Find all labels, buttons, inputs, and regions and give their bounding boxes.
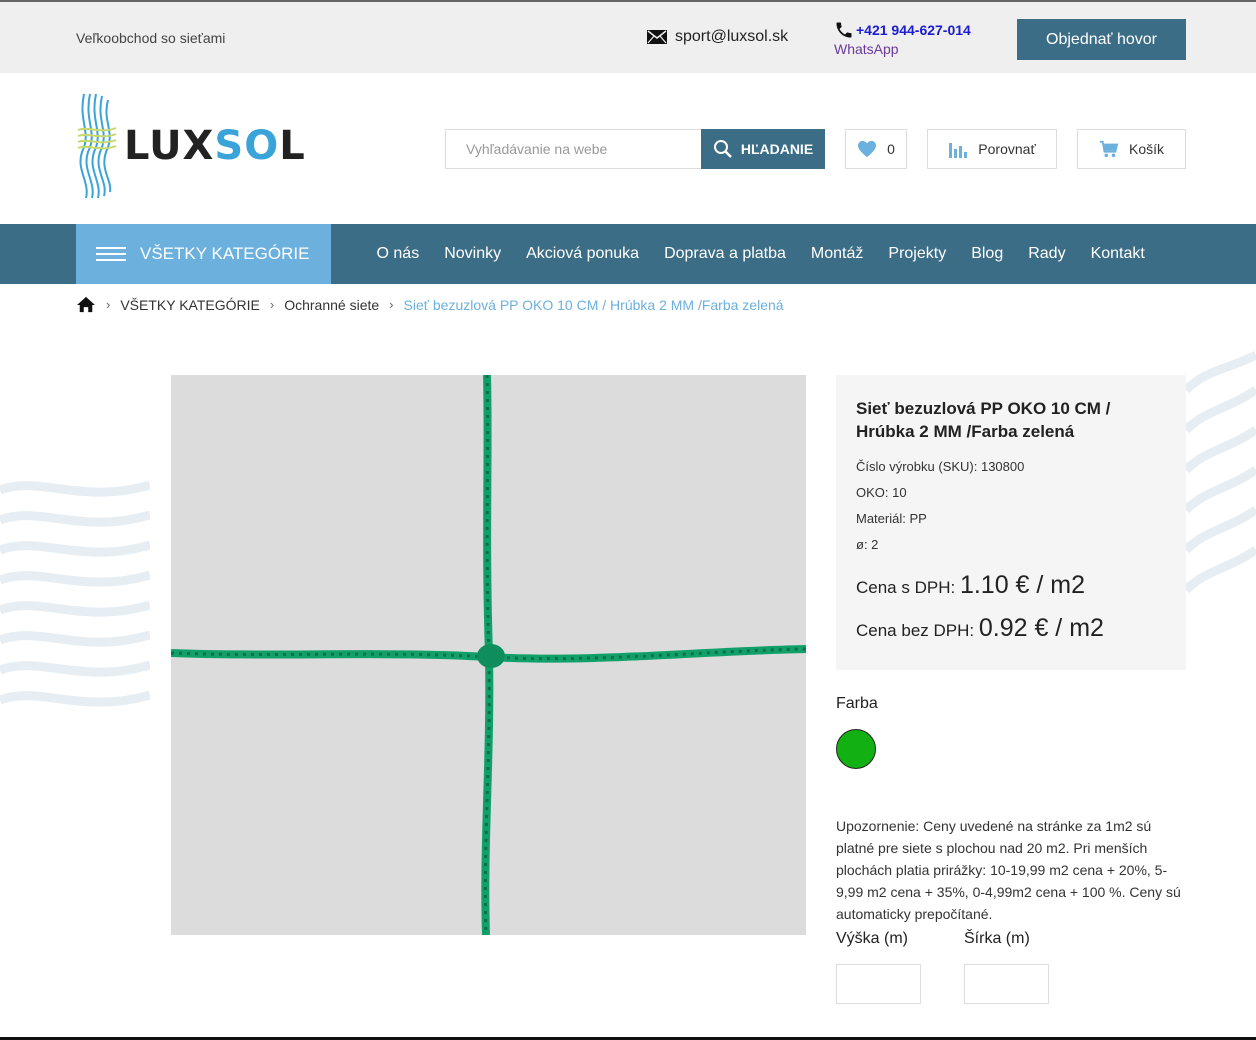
logo-text: LUXSOL [124, 123, 306, 169]
decorative-wave-right [1186, 350, 1256, 594]
logo[interactable]: LUXSOL [76, 92, 306, 200]
bar-chart-icon [949, 143, 968, 158]
width-input[interactable] [964, 964, 1049, 1004]
nav-item-akciova-ponuka[interactable]: Akciová ponuka [514, 245, 652, 263]
price-with-vat-value: 1.10 € / m2 [959, 571, 1086, 599]
nav-item-blog[interactable]: Blog [959, 245, 1016, 263]
wishlist-count: 0 [887, 141, 895, 157]
chevron-right-icon: › [106, 297, 111, 312]
all-categories-label: VŠETKY KATEGÓRIE [140, 244, 310, 263]
cart-label: Košík [1128, 141, 1164, 157]
wishlist-button[interactable]: 0 [845, 129, 907, 169]
price-notice: Upozornenie: Ceny uvedené na stránke za … [836, 818, 1181, 922]
breadcrumb-item-all-categories[interactable]: VŠETKY KATEGÓRIE [120, 297, 260, 313]
product-sku: Číslo výrobku (SKU): 130800 [856, 459, 1025, 474]
cart-button[interactable]: Košík [1077, 129, 1186, 169]
envelope-icon [647, 30, 667, 44]
search-bar: HĽADANIE [445, 129, 825, 169]
phone-icon [836, 22, 852, 38]
compare-button[interactable]: Porovnať [927, 129, 1057, 169]
price-without-vat-value: 0.92 € / m2 [978, 614, 1104, 642]
height-label: Výška (m) [836, 930, 908, 947]
main-nav: VŠETKY KATEGÓRIE O nás Novinky Akciová p… [0, 224, 1256, 284]
heart-icon [858, 140, 877, 158]
chevron-right-icon: › [389, 297, 394, 312]
search-input[interactable] [445, 129, 701, 169]
width-label: Šírka (m) [964, 930, 1030, 947]
chevron-right-icon: › [269, 297, 275, 312]
price-with-vat-label: Cena s DPH: [856, 578, 956, 597]
nav-item-montaz[interactable]: Montáž [798, 245, 875, 263]
nav-item-kontakt[interactable]: Kontakt [1078, 245, 1157, 263]
price-with-vat: Cena s DPH: 1.10 € / m2 [856, 571, 1166, 600]
height-input[interactable] [836, 964, 921, 1004]
price-without-vat: Cena bez DPH: 0.92 € / m2 [856, 614, 1166, 643]
search-button-label: HĽADANIE [740, 141, 814, 157]
product-material: Materiál: PP [856, 511, 927, 526]
order-call-button[interactable]: Objednať hovor [1017, 19, 1186, 60]
tagline: Veľkoobchod so sieťami [76, 30, 226, 46]
breadcrumb-item-protective-nets[interactable]: Ochranné siete [284, 297, 379, 313]
net-illustration [171, 375, 806, 935]
email-text: sport@luxsol.sk [675, 28, 789, 45]
price-without-vat-label: Cena bez DPH: [856, 621, 975, 640]
nav-menu: O nás Novinky Akciová ponuka Doprava a p… [364, 224, 1157, 284]
compare-label: Porovnať [978, 141, 1036, 157]
product-mesh: OKO: 10 [856, 485, 907, 500]
decorative-wave-left [0, 480, 150, 707]
search-button[interactable]: HĽADANIE [701, 129, 825, 169]
product-info-panel: Sieť bezuzlová PP OKO 10 CM / Hrúbka 2 M… [836, 375, 1186, 670]
hamburger-icon [96, 247, 126, 261]
color-swatch-green[interactable] [836, 729, 876, 769]
whatsapp-link[interactable]: WhatsApp [834, 41, 971, 57]
breadcrumb-current: Sieť bezuzlová PP OKO 10 CM / Hrúbka 2 M… [403, 296, 784, 313]
product-diameter: ø: 2 [856, 537, 879, 552]
cart-icon [1099, 140, 1119, 158]
top-bar: Veľkoobchod so sieťami sport@luxsol.sk +… [0, 0, 1256, 73]
home-icon[interactable] [76, 296, 96, 313]
email-link[interactable]: sport@luxsol.sk [647, 28, 788, 46]
nav-item-novinky[interactable]: Novinky [432, 245, 514, 263]
all-categories-button[interactable]: VŠETKY KATEGÓRIE [76, 224, 331, 284]
color-label: Farba [836, 695, 878, 712]
search-icon [713, 140, 732, 158]
breadcrumb: › VŠETKY KATEGÓRIE › Ochranné siete › Si… [76, 296, 784, 313]
logo-mark-icon [77, 93, 117, 199]
product-title: Sieť bezuzlová PP OKO 10 CM / Hrúbka 2 M… [856, 399, 1111, 441]
phone-block[interactable]: +421 944-627-014 WhatsApp [834, 20, 971, 57]
nav-item-rady[interactable]: Rady [1016, 245, 1078, 263]
phone-number: +421 944-627-014 [856, 22, 971, 38]
nav-item-projekty[interactable]: Projekty [876, 245, 959, 263]
nav-item-doprava-a-platba[interactable]: Doprava a platba [652, 245, 799, 263]
product-image[interactable] [171, 375, 806, 935]
nav-item-o-nas[interactable]: O nás [364, 245, 432, 263]
